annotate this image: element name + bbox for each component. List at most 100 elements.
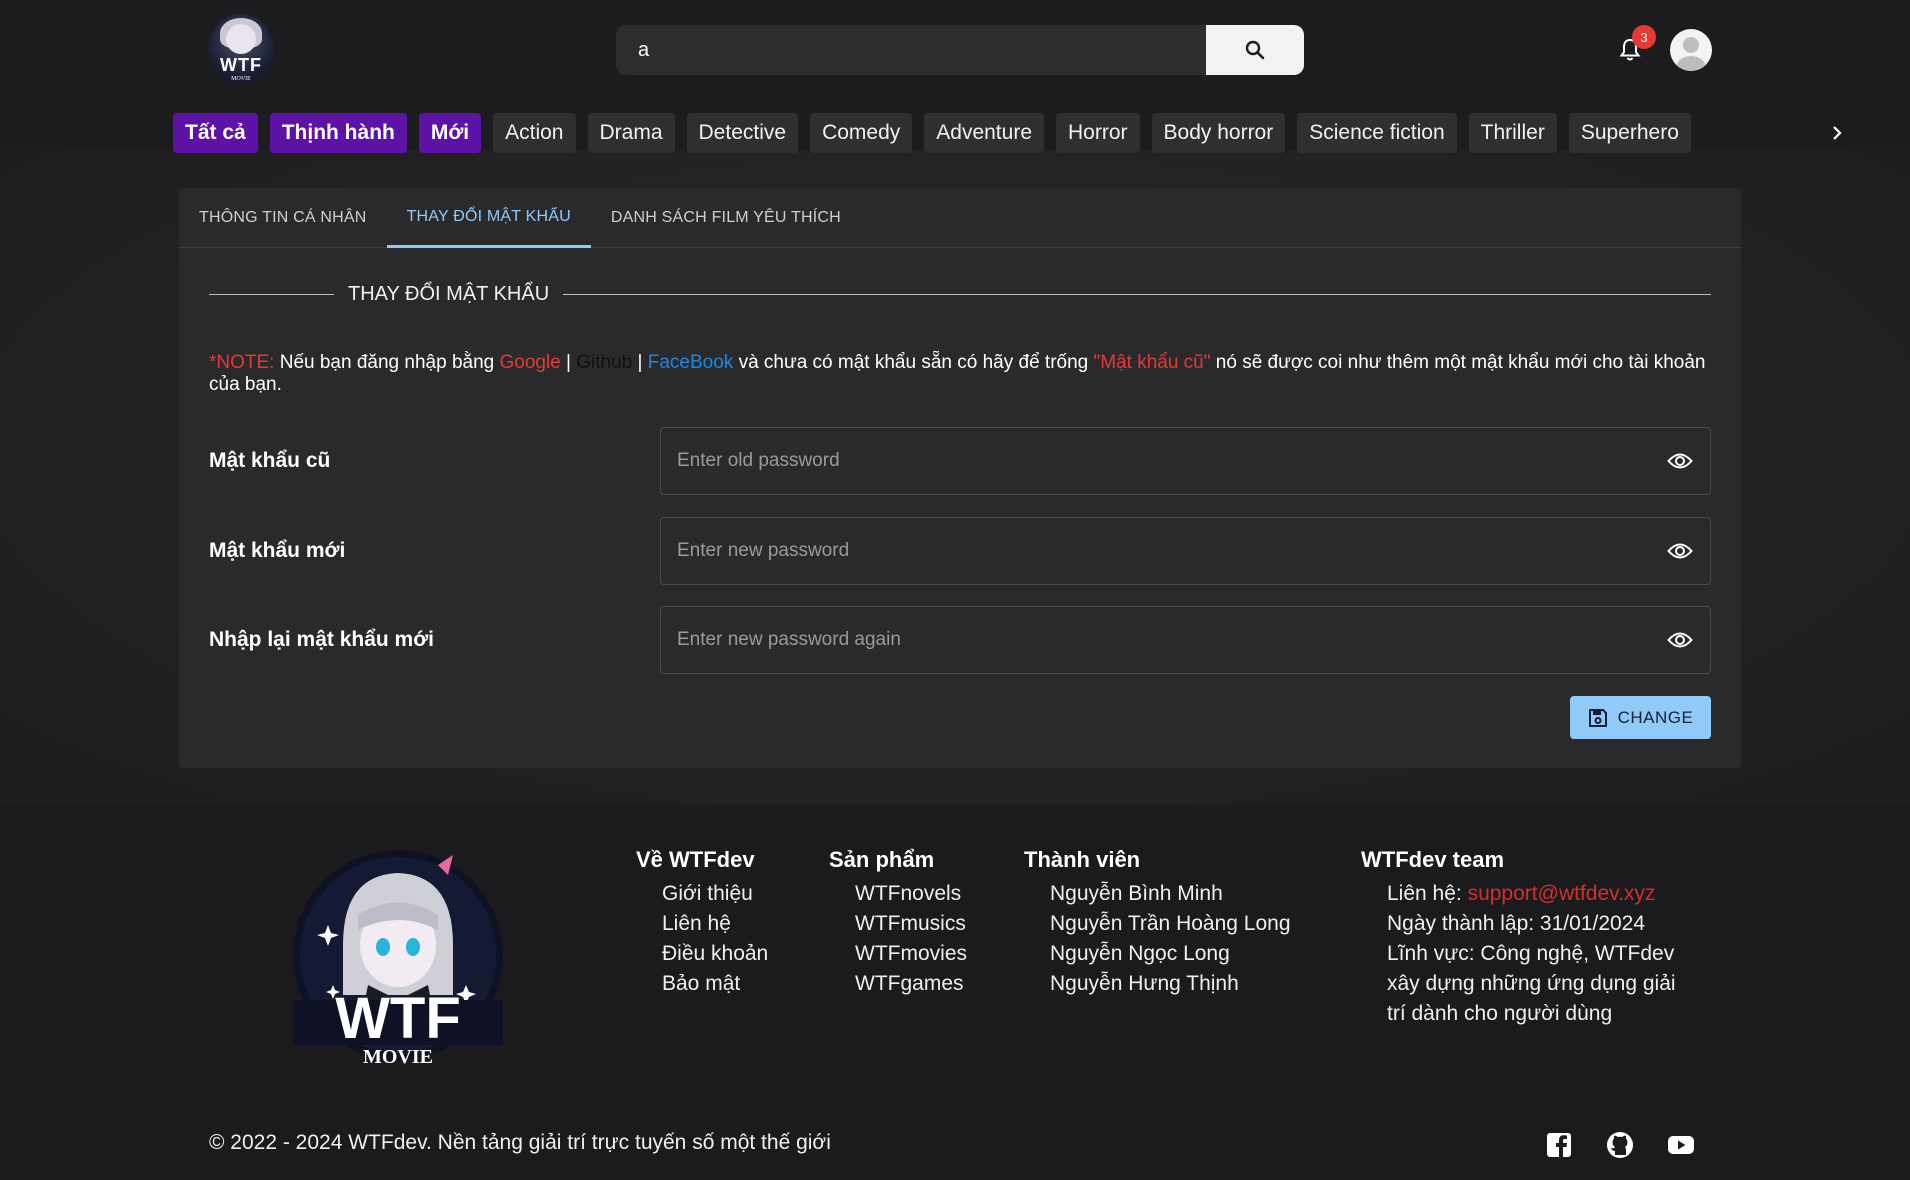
logo-text: WTF [220,55,262,75]
footer-contact-email[interactable]: support@wtfdev.xyz [1468,882,1656,905]
search-input[interactable] [616,25,1206,75]
genre-chip-trending[interactable]: Thịnh hành [269,113,407,153]
footer-team-title: WTFdev team [1361,847,1505,872]
note-google: Google [499,352,561,373]
user-avatar[interactable] [1670,29,1712,71]
footer-link-wtfgames[interactable]: WTFgames [855,969,967,999]
footer-link-privacy[interactable]: Bảo mật [662,969,768,999]
footer-logo: WTF MOVIE [288,835,508,1075]
note-separator: | [632,352,648,373]
password-note: *NOTE: Nếu bạn đăng nhập bằng Google | G… [209,352,1719,396]
tab-favorite-films[interactable]: DANH SÁCH FILM YÊU THÍCH [591,188,861,248]
footer-link-wtfmusics[interactable]: WTFmusics [855,909,967,939]
facebook-icon [1547,1133,1571,1158]
genre-chip-thriller[interactable]: Thriller [1468,113,1557,153]
footer-link-intro[interactable]: Giới thiệu [662,879,768,909]
youtube-link[interactable] [1667,1131,1695,1159]
footer-member-name: Nguyễn Hưng Thịnh [1050,972,1239,995]
footer-contact-label: Liên hệ: [1387,882,1468,905]
toggle-visibility-button[interactable] [1666,447,1694,475]
old-password-input[interactable] [677,450,1666,472]
genre-scroll-next-button[interactable] [1822,118,1852,148]
confirm-password-label: Nhập lại mật khẩu mới [209,628,434,651]
github-icon [1607,1132,1633,1158]
eye-icon [1667,543,1693,559]
footer-link-wtfmovies[interactable]: WTFmovies [855,939,967,969]
profile-card: THÔNG TIN CÁ NHÂN THAY ĐỔI MẬT KHẨU DANH… [179,188,1741,768]
footer-field-line: xây dựng những ứng dụng giải [1387,972,1676,995]
divider [563,293,1711,295]
tab-change-password[interactable]: THAY ĐỔI MẬT KHẨU [386,188,591,248]
toggle-visibility-button[interactable] [1666,537,1694,565]
top-header: WTF MOVIE 3 [0,0,1910,100]
note-text: Nếu bạn đăng nhập bằng [274,352,500,373]
site-footer: WTF MOVIE Về WTFdev Giới thiệu Liên hệ Đ… [0,805,1910,1180]
footer-founded: Ngày thành lập: 31/01/2024 [1387,912,1646,935]
facebook-link[interactable] [1545,1131,1573,1159]
footer-logo-text: WTF [335,986,461,1051]
genre-chip-horror[interactable]: Horror [1056,113,1140,153]
genre-chip-body-horror[interactable]: Body horror [1151,113,1286,153]
footer-copyright: © 2022 - 2024 WTFdev. Nền tảng giải trí … [209,1131,831,1154]
mascot-logo-image: WTF MOVIE [293,850,503,1068]
confirm-password-input[interactable] [677,629,1666,651]
new-password-input[interactable] [677,540,1666,562]
note-facebook: FaceBook [647,352,734,373]
genre-chip-adventure[interactable]: Adventure [924,113,1044,153]
old-password-label: Mật khẩu cũ [209,449,331,472]
footer-about-title: Về WTFdev [636,847,755,872]
footer-field-line: trí dành cho người dùng [1387,1002,1613,1025]
new-password-row: Mật khẩu mới [209,517,1711,585]
note-separator: | [560,352,577,373]
footer-link-terms[interactable]: Điều khoản [662,939,768,969]
footer-contact: Liên hệ: support@wtfdev.xyz [1387,879,1676,909]
genre-bar: Tất cả Thịnh hành Mới Action Drama Detec… [173,113,1793,153]
genre-chip-superhero[interactable]: Superhero [1568,113,1691,153]
genre-chip-comedy[interactable]: Comedy [810,113,913,153]
confirm-password-row: Nhập lại mật khẩu mới [209,606,1711,674]
github-link[interactable] [1606,1131,1634,1159]
footer-products-title: Sản phẩm [829,847,935,872]
footer-team-column: WTFdev team Liên hệ: support@wtfdev.xyz … [1361,847,1676,1029]
search-icon [1245,40,1265,60]
genre-chip-science-fiction[interactable]: Science fiction [1297,113,1457,153]
footer-field-line: Lĩnh vực: Công nghệ, WTFdev [1387,942,1675,965]
footer-member-name: Nguyễn Trần Hoàng Long [1050,912,1291,935]
old-password-field-wrap [660,427,1711,495]
footer-member-name: Nguyễn Ngọc Long [1050,942,1230,965]
tab-personal-info[interactable]: THÔNG TIN CÁ NHÂN [179,188,387,248]
logo-subtext: MOVIE [231,76,251,82]
footer-members-title: Thành viên [1024,847,1141,872]
genre-chip-action[interactable]: Action [493,113,576,153]
note-prefix: *NOTE: [209,352,275,373]
section-title: THAY ĐỔI MẬT KHẨU [209,282,1711,305]
footer-members-column: Thành viên Nguyễn Bình Minh Nguyễn Trần … [1024,847,1291,999]
footer-logo-subtext: MOVIE [363,1046,433,1068]
footer-link-contact[interactable]: Liên hệ [662,909,768,939]
footer-member-name: Nguyễn Bình Minh [1050,882,1223,905]
genre-chip-all[interactable]: Tất cả [173,113,258,153]
search-button[interactable] [1206,25,1304,75]
search-bar [616,25,1304,75]
change-password-button[interactable]: CHANGE [1570,696,1711,739]
footer-about-column: Về WTFdev Giới thiệu Liên hệ Điều khoản … [636,847,768,999]
profile-tabs: THÔNG TIN CÁ NHÂN THAY ĐỔI MẬT KHẨU DANH… [179,188,1741,248]
genre-chip-drama[interactable]: Drama [587,113,675,153]
divider [209,293,334,295]
save-icon [1588,708,1607,727]
footer-link-wtfnovels[interactable]: WTFnovels [855,879,967,909]
confirm-password-field-wrap [660,606,1711,674]
section-title-label: THAY ĐỔI MẬT KHẨU [348,282,550,305]
eye-icon [1667,632,1693,648]
eye-icon [1667,453,1693,469]
note-text: và chưa có mật khẩu sẵn có hãy để trống [733,352,1094,373]
youtube-icon [1668,1136,1694,1154]
toggle-visibility-button[interactable] [1666,626,1694,654]
genre-chip-detective[interactable]: Detective [686,113,799,153]
footer-products-column: Sản phẩm WTFnovels WTFmusics WTFmovies W… [829,847,967,999]
genre-chip-new[interactable]: Mới [418,113,482,153]
notification-badge: 3 [1632,25,1656,49]
note-github: Github [576,352,633,373]
site-logo[interactable]: WTF MOVIE [208,14,274,84]
chevron-right-icon [1833,126,1842,140]
